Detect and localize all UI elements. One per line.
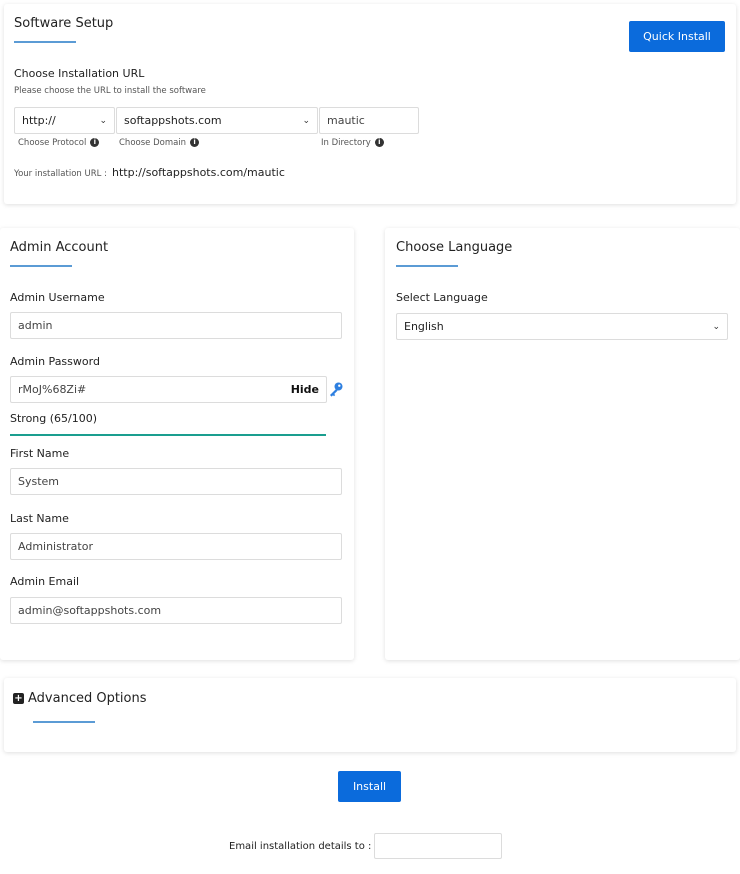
plus-square-icon: + bbox=[13, 693, 24, 704]
chevron-down-icon: ⌄ bbox=[302, 115, 310, 126]
info-icon[interactable]: i bbox=[190, 138, 200, 147]
domain-caption-text: Choose Domain bbox=[119, 138, 187, 148]
install-url-row: Your installation URL : http://softappsh… bbox=[14, 161, 285, 180]
domain-caption: Choose Domain i bbox=[119, 138, 200, 148]
advanced-options-card: + Advanced Options bbox=[4, 678, 736, 752]
language-select[interactable]: English ⌄ bbox=[396, 313, 728, 340]
language-underline bbox=[396, 265, 458, 267]
choose-url-hint: Please choose the URL to install the sof… bbox=[14, 86, 206, 96]
advanced-options-toggle[interactable]: + Advanced Options bbox=[13, 691, 147, 706]
first-name-label: First Name bbox=[10, 447, 70, 460]
advanced-options-underline bbox=[33, 721, 95, 723]
key-icon[interactable] bbox=[328, 381, 344, 397]
directory-caption: In Directory i bbox=[321, 138, 384, 148]
admin-username-input[interactable]: admin bbox=[10, 312, 342, 339]
language-card: Choose Language Select Language English … bbox=[385, 228, 740, 660]
protocol-caption-text: Choose Protocol bbox=[18, 138, 87, 148]
directory-caption-text: In Directory bbox=[321, 138, 371, 148]
language-title: Choose Language bbox=[396, 240, 513, 255]
domain-value: softappshots.com bbox=[124, 114, 222, 127]
first-name-value: System bbox=[18, 475, 60, 488]
hide-password-toggle[interactable]: Hide bbox=[291, 383, 319, 396]
select-language-label: Select Language bbox=[396, 291, 488, 304]
install-url-label: Your installation URL : bbox=[14, 169, 107, 179]
info-icon[interactable]: i bbox=[90, 138, 100, 147]
password-strength-bar bbox=[10, 434, 326, 436]
last-name-label: Last Name bbox=[10, 512, 69, 525]
admin-password-label: Admin Password bbox=[10, 355, 100, 368]
admin-password-input[interactable]: rMoJ%68Zi# Hide bbox=[10, 376, 327, 403]
email-details-input[interactable] bbox=[374, 833, 503, 859]
protocol-caption: Choose Protocol i bbox=[18, 138, 100, 148]
email-details-row: Email installation details to : bbox=[229, 833, 503, 859]
quick-install-button[interactable]: Quick Install bbox=[629, 21, 725, 52]
language-value: English bbox=[404, 320, 444, 333]
software-setup-card: Software Setup Quick Install Choose Inst… bbox=[4, 4, 736, 204]
admin-email-label: Admin Email bbox=[10, 575, 80, 588]
password-strength-label: Strong (65/100) bbox=[10, 412, 98, 425]
admin-account-underline bbox=[10, 265, 72, 267]
protocol-value: http:// bbox=[22, 114, 56, 127]
software-setup-underline bbox=[14, 41, 76, 43]
install-button[interactable]: Install bbox=[338, 771, 401, 802]
admin-account-card: Admin Account Admin Username admin Admin… bbox=[0, 228, 354, 660]
install-url-value: http://softappshots.com/mautic bbox=[112, 166, 285, 179]
chevron-down-icon: ⌄ bbox=[99, 115, 107, 126]
choose-url-label: Choose Installation URL bbox=[14, 67, 145, 80]
last-name-value: Administrator bbox=[18, 540, 93, 553]
advanced-options-title: Advanced Options bbox=[28, 691, 147, 706]
admin-password-value: rMoJ%68Zi# bbox=[18, 383, 87, 396]
password-strength-fill bbox=[10, 434, 326, 436]
software-setup-title: Software Setup bbox=[14, 16, 114, 31]
last-name-input[interactable]: Administrator bbox=[10, 533, 342, 560]
admin-username-value: admin bbox=[18, 319, 53, 332]
protocol-select[interactable]: http:// ⌄ bbox=[14, 107, 115, 134]
admin-email-value: admin@softappshots.com bbox=[18, 604, 162, 617]
chevron-down-icon: ⌄ bbox=[712, 321, 720, 332]
directory-input[interactable]: mautic bbox=[319, 107, 419, 134]
domain-select[interactable]: softappshots.com ⌄ bbox=[116, 107, 318, 134]
first-name-input[interactable]: System bbox=[10, 468, 342, 495]
info-icon[interactable]: i bbox=[374, 138, 384, 147]
directory-value: mautic bbox=[327, 114, 365, 127]
admin-account-title: Admin Account bbox=[10, 240, 109, 255]
email-details-label: Email installation details to : bbox=[229, 840, 372, 852]
admin-username-label: Admin Username bbox=[10, 291, 105, 304]
admin-email-input[interactable]: admin@softappshots.com bbox=[10, 597, 342, 624]
